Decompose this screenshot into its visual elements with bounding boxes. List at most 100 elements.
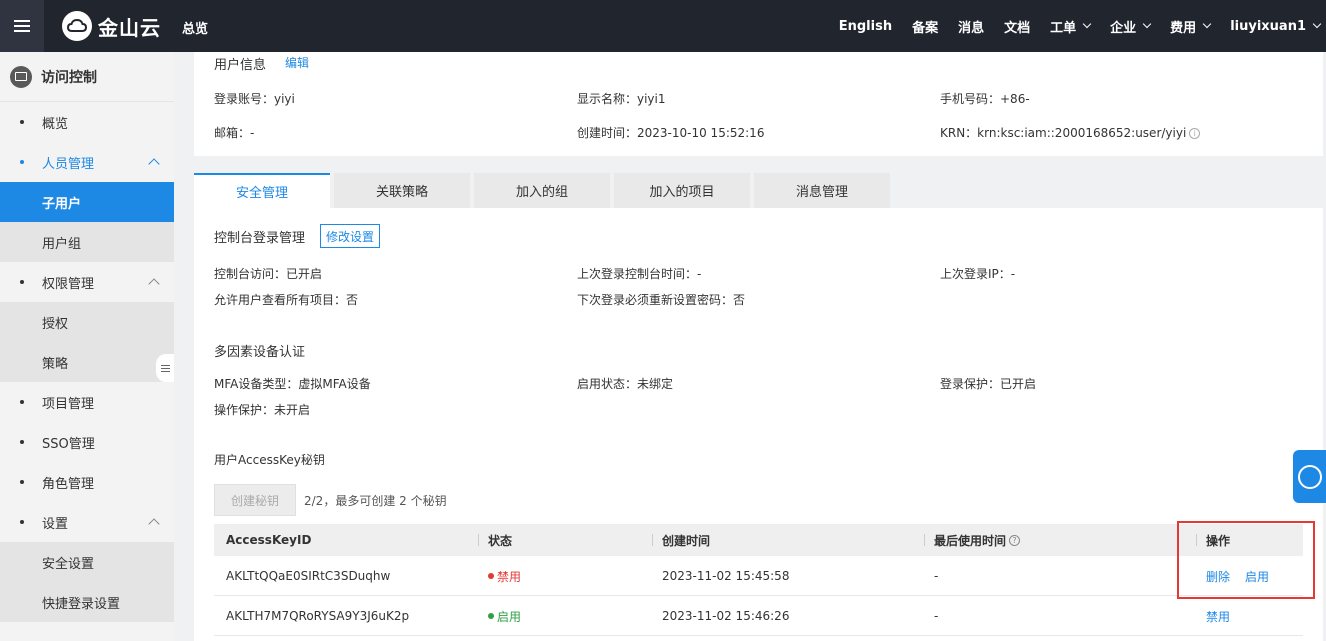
nav-beian[interactable]: 备案 [912, 17, 938, 36]
modify-settings-button[interactable]: 修改设置 [320, 224, 381, 248]
chevron-down-icon [1082, 19, 1092, 29]
accesskey-quota-note: 2/2，最多可创建 2 个秘钥 [304, 494, 447, 508]
view-all-projects: 允许用户查看所有项目：否 [214, 293, 359, 307]
last-login-ip: 上次登录IP：- [940, 267, 1016, 281]
nav-messages[interactable]: 消息 [958, 17, 984, 36]
accesskey-title: 用户AccessKey秘钥 [214, 453, 325, 467]
nav-billing-dropdown[interactable]: 费用 [1170, 17, 1212, 36]
created-time: 创建时间：2023-10-10 15:52:16 [577, 126, 765, 140]
bullet-icon [20, 480, 24, 484]
tab-joined-projects[interactable]: 加入的项目 [614, 173, 750, 208]
help-icon[interactable]: ? [1009, 534, 1021, 546]
actions-highlight-box [1177, 521, 1315, 599]
sidebar-item-security-settings[interactable]: 安全设置 [0, 542, 174, 582]
floating-help-button[interactable] [1293, 450, 1326, 503]
login-protection: 登录保护：已开启 [940, 377, 1037, 391]
mfa-device-type: MFA设备类型：虚拟MFA设备 [214, 377, 371, 391]
sidebar-item-role-management[interactable]: 角色管理 [0, 462, 174, 502]
krn-value: KRN：krn:ksc:iam::2000168652:user/yiyi [940, 126, 1187, 140]
sidebar-item-settings[interactable]: 设置 [0, 502, 174, 542]
bullet-icon [20, 440, 24, 444]
status-dot-icon [488, 573, 494, 579]
sidebar-item-label: 授权 [42, 316, 69, 332]
table-header: AccessKeyID 状态 创建时间 最后使用时间? 操作 [214, 524, 1303, 556]
tab-bar: 安全管理 关联策略 加入的组 加入的项目 消息管理 [194, 173, 894, 208]
status-badge: 启用 [488, 596, 521, 636]
sidebar-collapse-toggle[interactable] [156, 354, 174, 382]
sidebar-item-label: 设置 [42, 516, 69, 532]
email: 邮箱：- [214, 126, 255, 140]
id-card-icon [10, 65, 32, 88]
col-last-used-label: 最后使用时间 [934, 533, 1007, 548]
mfa-status: 启用状态：未绑定 [577, 377, 674, 391]
accesskey-id: AKLTH7M7QRoRYSA9Y3J6uK2p [226, 609, 410, 623]
sidebar-item-label: 权限管理 [42, 276, 95, 292]
col-last-used: 最后使用时间? [924, 524, 1021, 556]
sidebar-item-label: 角色管理 [42, 476, 95, 492]
user-info-card: 用户信息 编辑 登录账号：yiyi 显示名称：yiyi1 手机号码：+86- 邮… [194, 52, 1323, 156]
mfa-title: 多因素设备认证 [214, 345, 306, 360]
login-account: 登录账号：yiyi [214, 92, 295, 106]
nav-enterprise-label: 企业 [1110, 20, 1137, 36]
phone-number: 手机号码：+86- [940, 92, 1030, 106]
edit-link[interactable]: 编辑 [285, 54, 309, 71]
sidebar-item-authorization[interactable]: 授权 [0, 302, 174, 342]
collapse-icon [160, 367, 170, 369]
chevron-up-icon [148, 278, 160, 290]
display-name: 显示名称：yiyi1 [577, 92, 666, 106]
status-text: 启用 [497, 609, 522, 624]
top-navbar: 金山云 总览 English 备案 消息 文档 工单 企业 费用 liuyixu… [0, 0, 1326, 52]
nav-tickets-dropdown[interactable]: 工单 [1050, 17, 1092, 36]
sidebar-item-sso-management[interactable]: SSO管理 [0, 422, 174, 462]
sidebar-item-label: 人员管理 [42, 156, 95, 172]
bullet-icon [20, 400, 24, 404]
cloud-logo-icon [62, 11, 92, 41]
menu-icon [14, 25, 30, 27]
table-row: AKLTH7M7QRoRYSA9Y3J6uK2p 启用 2023-11-02 1… [214, 596, 1303, 636]
nav-english[interactable]: English [839, 19, 892, 34]
hamburger-menu-button[interactable] [0, 0, 44, 52]
sidebar-item-overview[interactable]: 概览 [0, 102, 174, 142]
tab-security-management[interactable]: 安全管理 [194, 173, 330, 208]
sidebar-item-label: 快捷登录设置 [42, 596, 121, 612]
created-time-cell: 2023-11-02 15:45:58 [662, 569, 790, 583]
sidebar-item-sub-users[interactable]: 子用户 [0, 182, 174, 222]
sidebar-item-label: 项目管理 [42, 396, 95, 412]
sidebar-item-label: 安全设置 [42, 556, 95, 572]
nav-enterprise-dropdown[interactable]: 企业 [1110, 17, 1152, 36]
sidebar-item-label: 子用户 [42, 196, 82, 212]
support-icon [1297, 464, 1322, 489]
reset-password-next-login: 下次登录必须重新设置密码：否 [577, 293, 746, 307]
chevron-up-icon [148, 518, 160, 530]
info-icon[interactable]: i [1189, 128, 1201, 139]
user-info-title: 用户信息 [214, 58, 267, 73]
accesskey-id: AKLTtQQaE0SIRtC3SDuqhw [226, 569, 391, 583]
sidebar-item-permission-management[interactable]: 权限管理 [0, 262, 174, 302]
sidebar-item-user-management[interactable]: 人员管理 [0, 142, 174, 182]
overview-link[interactable]: 总览 [182, 18, 208, 37]
created-time-cell: 2023-11-02 15:46:26 [662, 609, 790, 623]
user-account-dropdown[interactable]: liuyixuan1 [1230, 18, 1322, 34]
username-label: liuyixuan1 [1230, 18, 1306, 34]
tab-joined-groups[interactable]: 加入的组 [474, 173, 610, 208]
bullet-icon [20, 120, 24, 124]
sidebar-item-policies[interactable]: 策略 [0, 342, 174, 382]
brand-logo[interactable]: 金山云 [62, 11, 161, 41]
last-used-cell: - [934, 609, 939, 623]
nav-docs[interactable]: 文档 [1004, 17, 1030, 36]
create-key-button[interactable]: 创建秘钥 [214, 484, 296, 516]
sidebar-item-user-groups[interactable]: 用户组 [0, 222, 174, 262]
sidebar-header: 访问控制 [0, 52, 174, 102]
console-access: 控制台访问：已开启 [214, 267, 323, 281]
chevron-down-icon [1312, 19, 1322, 29]
sidebar-item-project-management[interactable]: 项目管理 [0, 382, 174, 422]
tab-message-management[interactable]: 消息管理 [754, 173, 890, 208]
disable-key-link[interactable]: 禁用 [1206, 596, 1230, 636]
status-text: 禁用 [497, 569, 522, 584]
accesskey-table: AccessKeyID 状态 创建时间 最后使用时间? 操作 AKLTtQQaE… [214, 524, 1303, 636]
security-management-panel: 控制台登录管理 修改设置 控制台访问：已开启 上次登录控制台时间：- 上次登录I… [194, 208, 1323, 641]
sidebar-item-quick-login-settings[interactable]: 快捷登录设置 [0, 582, 174, 622]
tab-associated-policies[interactable]: 关联策略 [334, 173, 470, 208]
chevron-up-icon [148, 158, 160, 170]
col-created-label: 创建时间 [662, 533, 711, 548]
